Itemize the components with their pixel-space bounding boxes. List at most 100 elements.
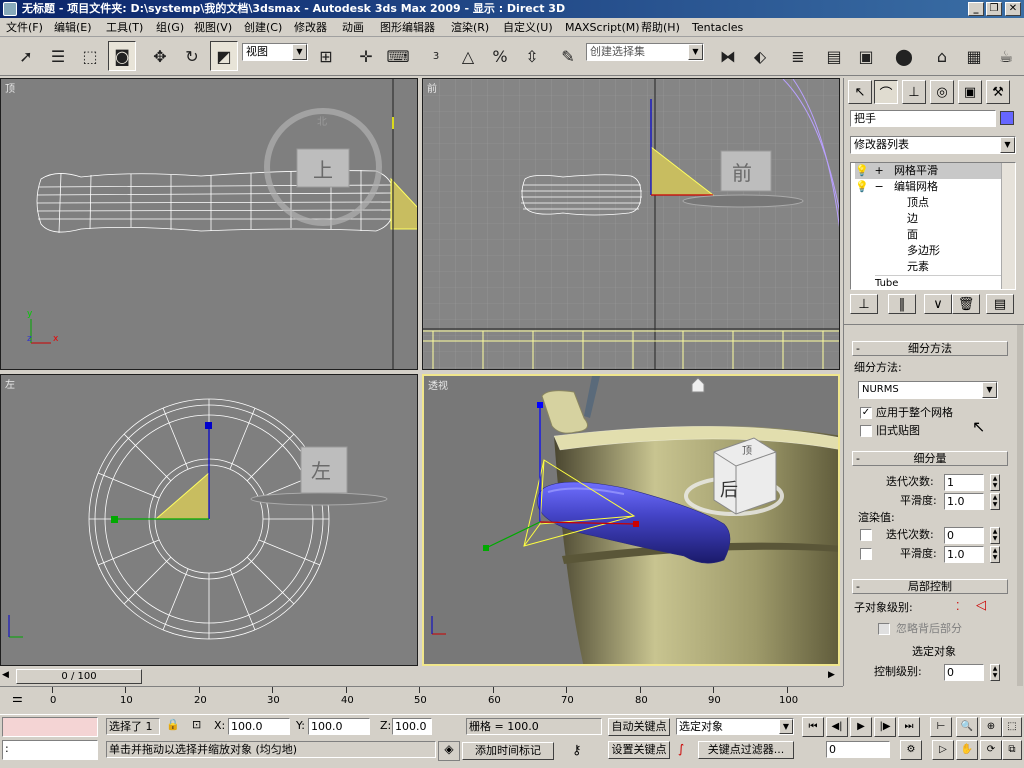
- lock-icon[interactable]: 🔒: [166, 718, 180, 731]
- smoothness-spinner[interactable]: ▲ ▼: [990, 493, 1000, 510]
- render-smoothness-spinner[interactable]: ▲ ▼: [990, 546, 1000, 563]
- render-iterations-checkbox[interactable]: [860, 529, 872, 541]
- menu-modifiers[interactable]: 修改器: [294, 20, 327, 35]
- menu-help[interactable]: 帮助(H): [641, 20, 680, 35]
- prev-frame-icon[interactable]: ◀: [2, 670, 9, 680]
- control-level-field[interactable]: 0: [944, 664, 984, 681]
- zoom-icon[interactable]: 🔍: [956, 717, 978, 737]
- rollout-subdivision-amount[interactable]: - 细分量: [852, 451, 1008, 466]
- auto-key-button[interactable]: 自动关键点: [608, 718, 670, 736]
- scale-icon[interactable]: ◩: [210, 41, 238, 71]
- viewcube-front-face[interactable]: 前: [732, 161, 752, 185]
- menu-tools[interactable]: 工具(T): [106, 20, 143, 35]
- rollout-subdivision-method[interactable]: - 细分方法: [852, 341, 1008, 356]
- manipulate-icon[interactable]: ✛: [352, 41, 380, 71]
- goto-start-icon[interactable]: ⏮: [802, 717, 824, 737]
- stack-item-edit-mesh[interactable]: 💡 − 编辑网格: [855, 179, 938, 195]
- render-iterations-field[interactable]: 0: [944, 527, 984, 544]
- ignore-backfacing-checkbox[interactable]: [878, 623, 890, 635]
- y-coordinate-field[interactable]: 100.0: [308, 718, 370, 735]
- zoom-extents-icon[interactable]: ⬚: [1002, 717, 1022, 737]
- lightbulb-icon[interactable]: 💡: [855, 179, 869, 195]
- stack-subitem-edge[interactable]: 边: [907, 211, 918, 227]
- current-frame-field[interactable]: 0: [826, 741, 890, 758]
- viewcube-top-face[interactable]: 上: [313, 158, 333, 182]
- viewport-perspective[interactable]: 透视 后 顶: [422, 374, 840, 666]
- viewcube-perspective-face[interactable]: 后: [720, 480, 738, 501]
- quick-render-icon[interactable]: ☕: [992, 41, 1020, 71]
- menu-tentacles[interactable]: Tentacles: [692, 20, 743, 35]
- time-slider[interactable]: 0 / 100 ◀ ▶: [0, 668, 843, 685]
- pin-stack-icon[interactable]: ⊥: [850, 294, 878, 314]
- configure-sets-icon[interactable]: ▤: [986, 294, 1014, 314]
- iterations-spinner[interactable]: ▲ ▼: [990, 474, 1000, 491]
- percent-snap-icon[interactable]: %: [486, 41, 514, 71]
- menu-animation[interactable]: 动画: [342, 20, 364, 35]
- menu-graph-editors[interactable]: 图形编辑器: [380, 20, 435, 35]
- stack-subitem-face[interactable]: 面: [907, 227, 918, 243]
- show-end-result-icon[interactable]: ‖: [888, 294, 916, 314]
- maxscript-mini-listener[interactable]: :: [2, 740, 98, 760]
- z-coordinate-field[interactable]: 100.0: [392, 718, 432, 735]
- minimize-button[interactable]: _: [968, 2, 984, 16]
- menu-maxscript[interactable]: MAXScript(M): [565, 20, 640, 35]
- curve-editor-mini-icon[interactable]: ⚌: [12, 691, 23, 705]
- rect-selection-icon[interactable]: ⬚: [76, 41, 104, 71]
- viewport-top[interactable]: 顶 上 北 x y z: [0, 78, 418, 370]
- schematic-view-icon[interactable]: ▣: [852, 41, 880, 71]
- control-level-spinner[interactable]: ▲ ▼: [990, 664, 1000, 681]
- render-smoothness-checkbox[interactable]: [860, 548, 872, 560]
- add-time-tag-button[interactable]: 添加时间标记: [462, 742, 554, 760]
- menu-rendering[interactable]: 渲染(R): [451, 20, 489, 35]
- display-tab-icon[interactable]: ▣: [958, 80, 982, 104]
- render-setup-icon[interactable]: ⌂: [928, 41, 956, 71]
- key-tangent-icon[interactable]: ∫: [678, 742, 684, 756]
- modifier-list-dropdown[interactable]: 修改器列表 ▼: [850, 136, 1016, 154]
- menu-create[interactable]: 创建(C): [244, 20, 282, 35]
- make-unique-icon[interactable]: ∨: [924, 294, 952, 314]
- vertex-sublevel-icon[interactable]: ⁚: [956, 600, 960, 613]
- select-object-icon[interactable]: ➚: [12, 41, 40, 71]
- keyboard-shortcut-icon[interactable]: ⌨: [384, 41, 412, 71]
- stack-subitem-polygon[interactable]: 多边形: [907, 243, 940, 259]
- curve-editor-icon[interactable]: ▤: [820, 41, 848, 71]
- object-name-field[interactable]: 把手: [850, 110, 996, 127]
- play-icon[interactable]: ▶: [850, 717, 872, 737]
- iterations-field[interactable]: 1: [944, 474, 984, 491]
- edge-sublevel-icon[interactable]: ◁: [976, 598, 986, 613]
- time-config-icon[interactable]: ⚙: [900, 740, 922, 760]
- viewport-front-label[interactable]: 前: [427, 80, 437, 95]
- restore-button[interactable]: ❐: [986, 2, 1002, 16]
- zoom-all-icon[interactable]: ⊕: [980, 717, 1002, 737]
- maxscript-listener-pink[interactable]: [2, 717, 98, 737]
- move-icon[interactable]: ✥: [146, 41, 174, 71]
- angle-snap-icon[interactable]: △: [454, 41, 482, 71]
- subdivision-method-select[interactable]: NURMS ▼: [858, 381, 998, 399]
- object-color-swatch[interactable]: [1000, 111, 1014, 125]
- set-key-button[interactable]: 设置关键点: [608, 741, 670, 759]
- key-mode-toggle-icon[interactable]: ⊢: [930, 717, 952, 737]
- rotate-icon[interactable]: ↻: [178, 41, 206, 71]
- viewport-perspective-label[interactable]: 透视: [428, 377, 448, 392]
- maximize-viewport-icon[interactable]: ⧉: [1002, 740, 1022, 760]
- named-selection-set-select[interactable]: 创建选择集 ▼: [586, 43, 704, 61]
- mirror-icon[interactable]: ⧓: [714, 41, 742, 71]
- viewport-top-label[interactable]: 顶: [5, 80, 15, 95]
- prev-key-icon[interactable]: ◀|: [826, 717, 848, 737]
- window-crossing-icon[interactable]: ◙: [108, 41, 136, 71]
- remove-modifier-icon[interactable]: 🗑: [952, 294, 980, 314]
- x-coordinate-field[interactable]: 100.0: [228, 718, 290, 735]
- viewport-left-label[interactable]: 左: [5, 376, 15, 391]
- smoothness-field[interactable]: 1.0: [944, 493, 984, 510]
- select-by-name-icon[interactable]: ☰: [44, 41, 72, 71]
- close-button[interactable]: ✕: [1005, 2, 1021, 16]
- track-bar[interactable]: ⚌ 0 10 20 30 40 50 60 70 80 90 100: [0, 686, 843, 714]
- menu-file[interactable]: 文件(F): [6, 20, 43, 35]
- pan-icon[interactable]: ✋: [956, 740, 978, 760]
- lightbulb-icon[interactable]: 💡: [855, 163, 869, 179]
- next-frame-icon[interactable]: ▶: [828, 670, 835, 680]
- time-slider-thumb[interactable]: 0 / 100: [16, 669, 142, 684]
- layer-manager-icon[interactable]: ≣: [784, 41, 812, 71]
- set-key-icon[interactable]: ⚷: [572, 743, 582, 758]
- menu-customize[interactable]: 自定义(U): [503, 20, 553, 35]
